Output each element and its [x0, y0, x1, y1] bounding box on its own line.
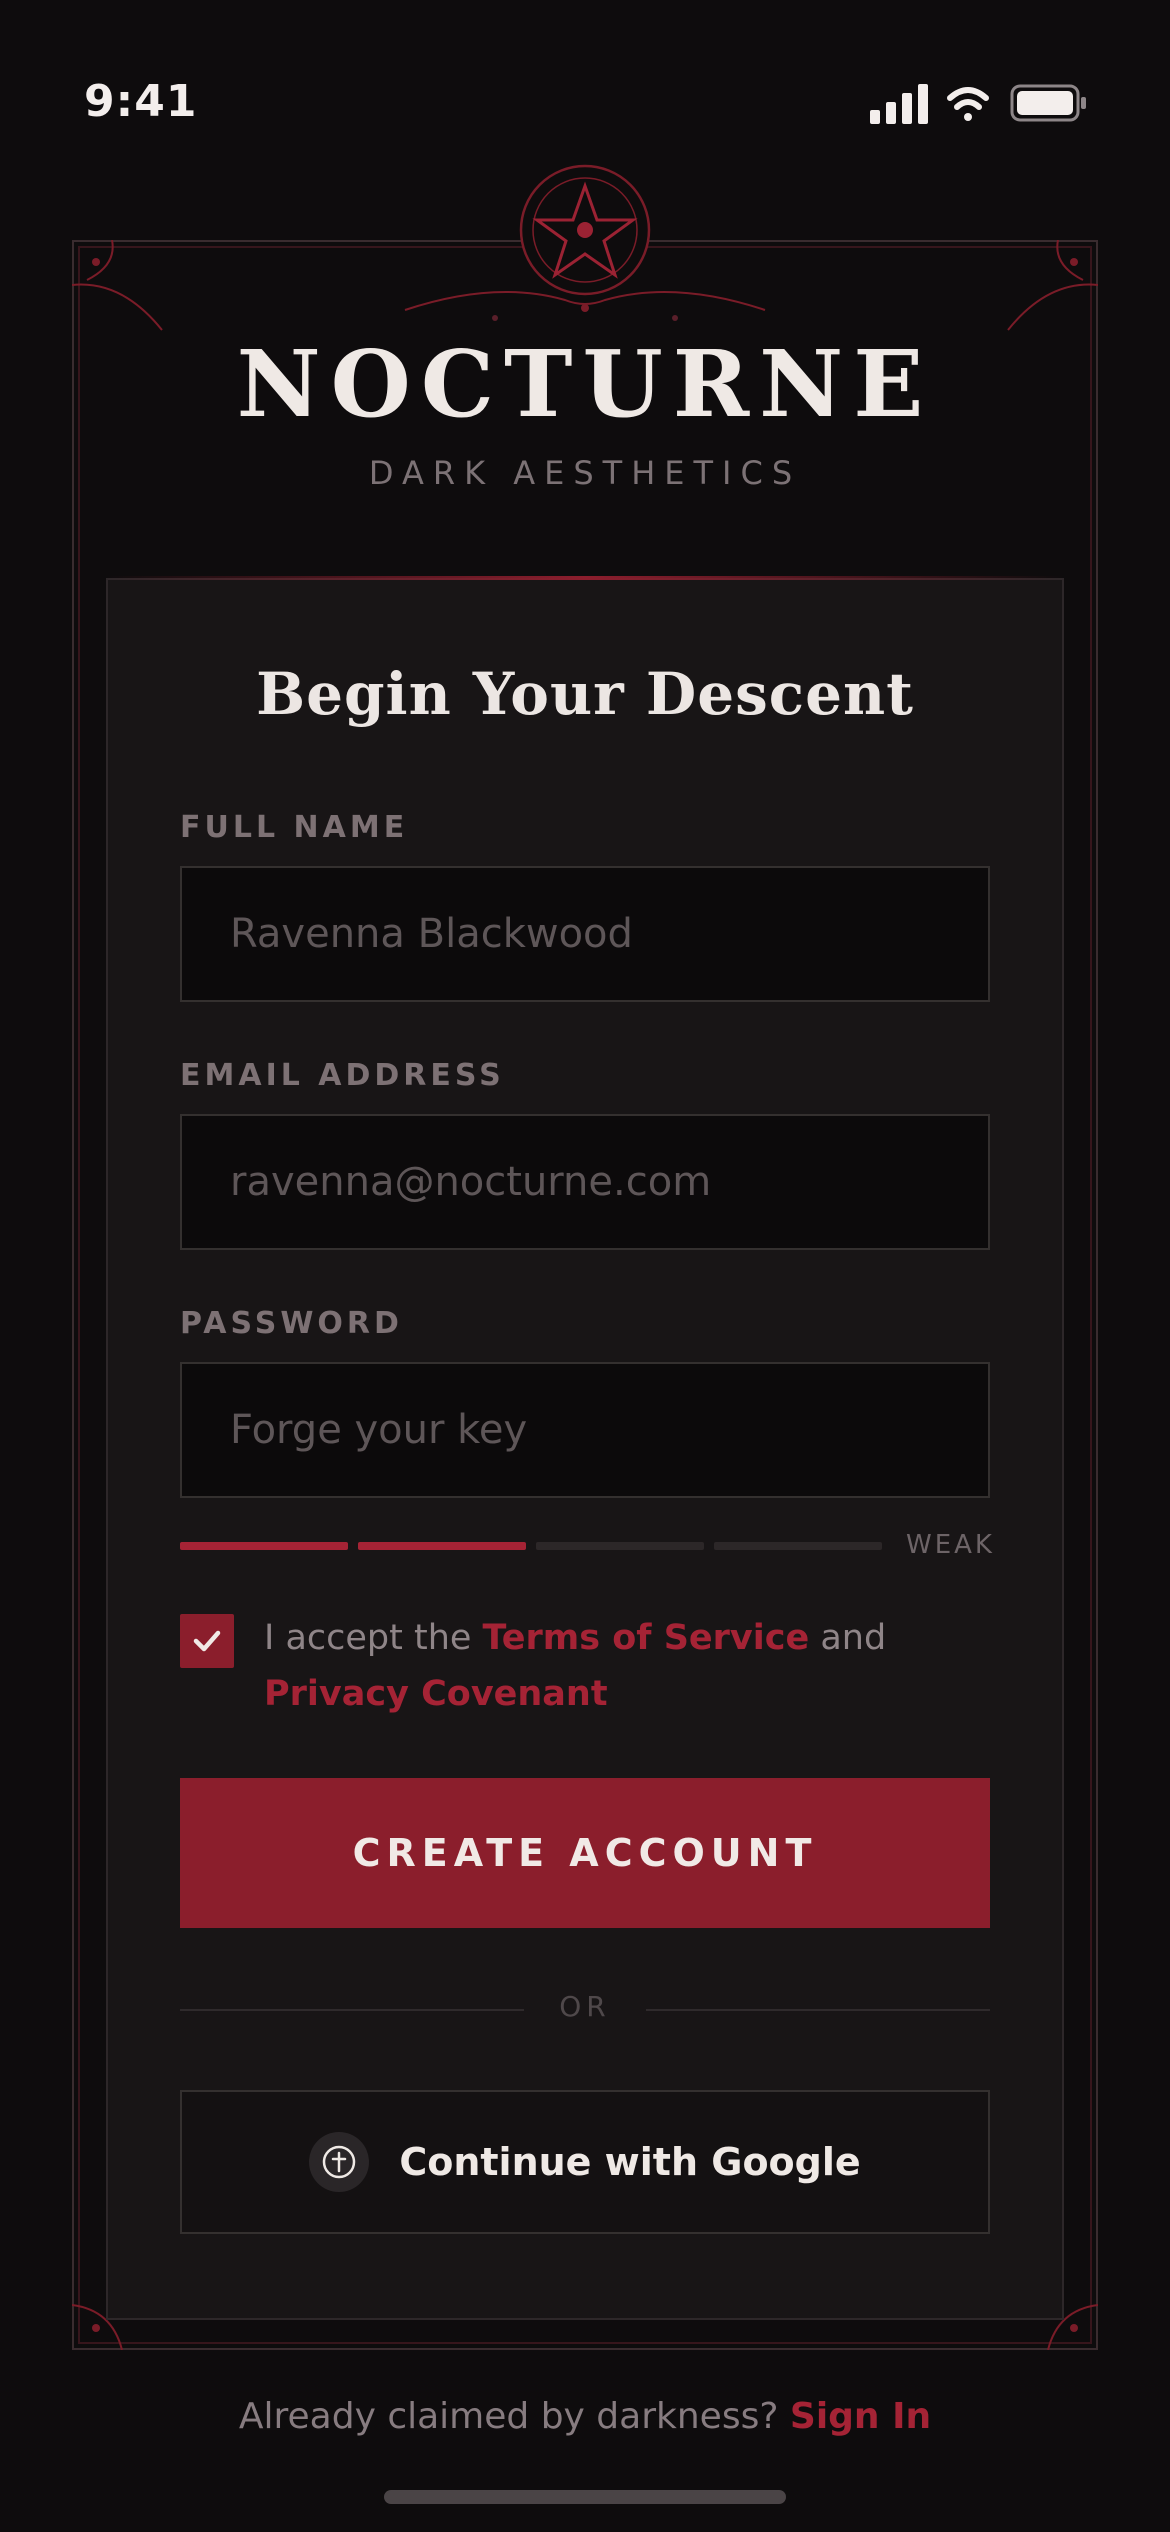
wifi-icon: [947, 87, 989, 121]
signin-prompt: Already claimed by darkness? Sign In: [0, 2396, 1170, 2437]
google-button-label: Continue with Google: [399, 2140, 861, 2184]
corner-ornament-icon: [72, 240, 163, 331]
terms-of-service-link[interactable]: Terms of Service: [483, 1618, 810, 1658]
terms-checkbox[interactable]: [180, 1614, 234, 1668]
corner-ornament-icon: [1007, 240, 1098, 331]
strength-segment: [358, 1542, 526, 1550]
battery-icon: [1010, 84, 1086, 122]
strength-segment: [714, 1542, 882, 1550]
strength-label: WEAK: [906, 1530, 995, 1560]
checkmark-icon: [193, 1630, 221, 1652]
divider-line: [646, 2009, 990, 2011]
terms-middle: and: [809, 1618, 887, 1658]
password-input[interactable]: [180, 1362, 990, 1498]
status-icons: [870, 84, 1086, 124]
pentagram-emblem-icon: [404, 164, 766, 321]
signin-prompt-text: Already claimed by darkness?: [238, 2396, 790, 2437]
strength-segment: [180, 1542, 348, 1550]
email-label: EMAIL ADDRESS: [180, 1058, 505, 1093]
divider-label: OR: [559, 1990, 611, 2023]
cross-emblem-icon: [309, 2132, 370, 2192]
terms-prefix: I accept the: [264, 1618, 483, 1658]
form-title: Begin Your Descent: [256, 660, 914, 728]
full-name-label: FULL NAME: [180, 810, 409, 845]
card-accent-line: [106, 576, 1064, 580]
status-time: 9:41: [84, 76, 198, 127]
password-label: PASSWORD: [180, 1306, 403, 1341]
terms-text: I accept the Terms of Service and Privac…: [264, 1610, 984, 1722]
privacy-covenant-link[interactable]: Privacy Covenant: [264, 1674, 608, 1714]
continue-with-google-button[interactable]: Continue with Google: [180, 2090, 990, 2234]
brand-subtitle: DARK AESTHETICS: [368, 454, 802, 492]
strength-segment: [536, 1542, 704, 1550]
sign-in-link[interactable]: Sign In: [790, 2396, 931, 2437]
home-indicator: [384, 2490, 786, 2504]
cellular-signal-icon: [870, 84, 928, 124]
full-name-input[interactable]: [180, 866, 990, 1002]
email-input[interactable]: [180, 1114, 990, 1250]
create-account-button[interactable]: CREATE ACCOUNT: [180, 1778, 990, 1928]
brand-title: NOCTURNE: [236, 330, 934, 438]
divider-line: [180, 2009, 524, 2011]
